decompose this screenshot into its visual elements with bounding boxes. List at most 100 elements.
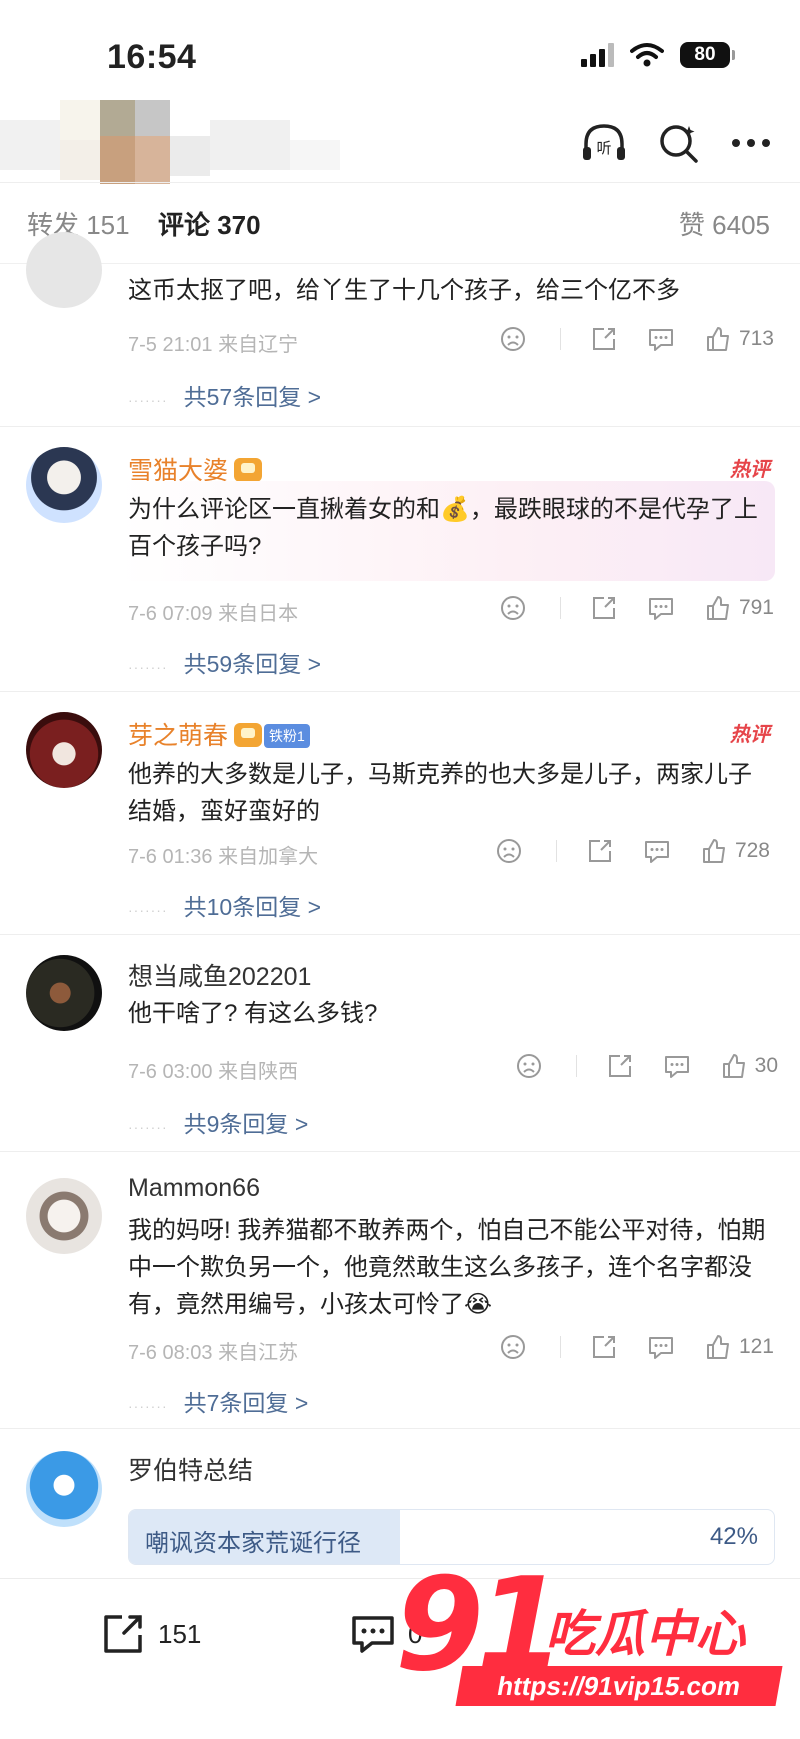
dislike-button[interactable] [496, 838, 522, 864]
comment-meta: 7-6 03:00 来自陕西 [128, 1061, 299, 1083]
like-button[interactable]: 728 [701, 838, 770, 864]
like-button[interactable]: 30 [721, 1053, 778, 1079]
share-icon [588, 840, 611, 862]
replies-label: 共10条回复 > [183, 894, 322, 920]
comment-icon [664, 1056, 689, 1078]
vip-badge-icon [234, 458, 263, 482]
svg-text:听: 听 [596, 139, 611, 157]
nav-actions: 听 [580, 122, 772, 164]
comment-tabs: 转发 151 评论 370 赞 6405 [0, 182, 800, 264]
avatar[interactable] [26, 1178, 102, 1254]
view-replies-link[interactable]: ······· 共57条回复 > [128, 378, 321, 412]
like-count: 30 [754, 1054, 778, 1077]
username[interactable]: 罗伯特总结 [128, 1451, 253, 1487]
comment-actions: 728 [466, 838, 770, 864]
reply-button[interactable] [647, 595, 675, 621]
reply-dots: ······· [128, 902, 168, 918]
reply-button[interactable] [663, 1053, 691, 1079]
dislike-button[interactable] [500, 595, 526, 621]
comment-icon [648, 329, 673, 351]
replies-label: 共9条回复 > [183, 1111, 309, 1137]
like-count: 728 [734, 839, 770, 862]
watermark-url: https://91vip15.com [455, 1666, 783, 1706]
like-button[interactable]: 791 [705, 595, 774, 621]
username-text: 芽之萌春 [128, 722, 229, 750]
listen-icon[interactable]: 听 [580, 122, 628, 164]
share-button[interactable] [587, 838, 613, 864]
divider [555, 840, 557, 862]
dislike-button[interactable] [516, 1053, 542, 1079]
like-button[interactable]: 121 [705, 1334, 774, 1360]
like-button[interactable]: 713 [705, 326, 774, 352]
comment-icon [648, 1337, 673, 1359]
comment-meta: 7-6 08:03 来自江苏 [128, 1342, 299, 1364]
comment-text: 这币太抠了吧，给丫生了十几个孩子，给三个亿不多 [128, 277, 680, 304]
dislike-icon [500, 1335, 525, 1359]
avatar[interactable] [26, 955, 102, 1031]
tab-comment[interactable]: 评论 370 [158, 205, 261, 242]
status-icons: 80 [581, 42, 735, 68]
tab-like[interactable]: 赞 6405 [679, 205, 770, 242]
like-icon [706, 596, 729, 620]
more-icon[interactable] [730, 137, 772, 149]
share-button[interactable] [591, 1334, 617, 1360]
search-icon[interactable] [658, 122, 700, 164]
share-icon [592, 328, 615, 350]
view-replies-link[interactable]: ······· 共10条回复 > [128, 888, 321, 922]
reply-button[interactable] [647, 1334, 675, 1360]
avatar[interactable] [26, 232, 102, 308]
comment-actions: 30 [486, 1053, 778, 1079]
wifi-icon [630, 43, 664, 67]
comment-text: 我的妈呀! 我养猫都不敢养两个，怕自己不能公平对待，怕期中一个欺负另一个，他竟然… [128, 1217, 766, 1318]
share-button[interactable] [607, 1053, 633, 1079]
avatar[interactable] [26, 447, 102, 523]
comment-actions: 121 [470, 1334, 774, 1360]
like-count: 791 [738, 596, 774, 619]
username[interactable]: Mammon66 [128, 1174, 260, 1203]
comment-item: 这币太抠了吧，给丫生了十几个孩子，给三个亿不多 7-5 21:01 来自辽宁 7… [0, 232, 800, 427]
watermark-logo: 91 吃瓜中心 https://91vip15.com [395, 1556, 795, 1726]
view-replies-link[interactable]: ······· 共9条回复 > [128, 1105, 308, 1139]
like-icon [722, 1054, 745, 1078]
replies-label: 共59条回复 > [183, 651, 322, 677]
username[interactable]: 芽之萌春 铁粉1 [128, 716, 310, 752]
comment-icon [352, 1616, 394, 1653]
comment-text: 他干啥了? 有这么多钱? [128, 1000, 378, 1027]
battery-icon: 80 [680, 42, 735, 68]
avatar[interactable] [26, 712, 102, 788]
dislike-button[interactable] [500, 326, 526, 352]
repost-button[interactable]: 151 [102, 1613, 201, 1655]
status-bar: 16:54 80 [0, 0, 800, 110]
comment-meta: 7-6 07:09 来自日本 [128, 603, 299, 625]
comment-icon [648, 598, 673, 620]
dislike-icon [516, 1054, 541, 1078]
comment-actions: 791 [470, 595, 774, 621]
username[interactable]: 想当咸鱼202201 [128, 957, 311, 993]
share-button[interactable] [591, 595, 617, 621]
share-icon [592, 1336, 615, 1358]
share-button[interactable] [591, 326, 617, 352]
comment-actions: 713 [470, 326, 774, 352]
dislike-button[interactable] [500, 1334, 526, 1360]
view-replies-link[interactable]: ······· 共7条回复 > [128, 1384, 308, 1418]
replies-label: 共7条回复 > [183, 1390, 309, 1416]
view-replies-link[interactable]: ······· 共59条回复 > [128, 645, 321, 679]
reply-button[interactable] [643, 838, 671, 864]
avatar[interactable] [26, 1451, 102, 1527]
comment-item: Mammon66 我的妈呀! 我养猫都不敢养两个，怕自己不能公平对待，怕期中一个… [0, 1152, 800, 1429]
divider [575, 1055, 577, 1077]
hot-comment-badge: 热评 [730, 724, 770, 746]
dislike-icon [500, 596, 525, 620]
like-icon [706, 1335, 729, 1359]
comment-text: 他养的大多数是儿子，马斯克养的也大多是儿子，两家儿子结婚，蛮好蛮好的 [128, 761, 752, 825]
hot-comment-badge: 热评 [730, 459, 770, 481]
reply-button[interactable] [647, 326, 675, 352]
comment-item: 雪猫大婆 热评 为什么评论区一直揪着女的和💰，最跌眼球的不是代孕了上百个孩子吗?… [0, 427, 800, 692]
reply-dots: ······· [128, 659, 168, 675]
signal-icon [581, 43, 614, 67]
replies-label: 共57条回复 > [183, 384, 322, 410]
divider [559, 1336, 561, 1358]
reply-dots: ······· [128, 1398, 168, 1414]
like-count: 121 [738, 1335, 774, 1358]
comment-meta: 7-6 01:36 来自加拿大 [128, 846, 319, 868]
